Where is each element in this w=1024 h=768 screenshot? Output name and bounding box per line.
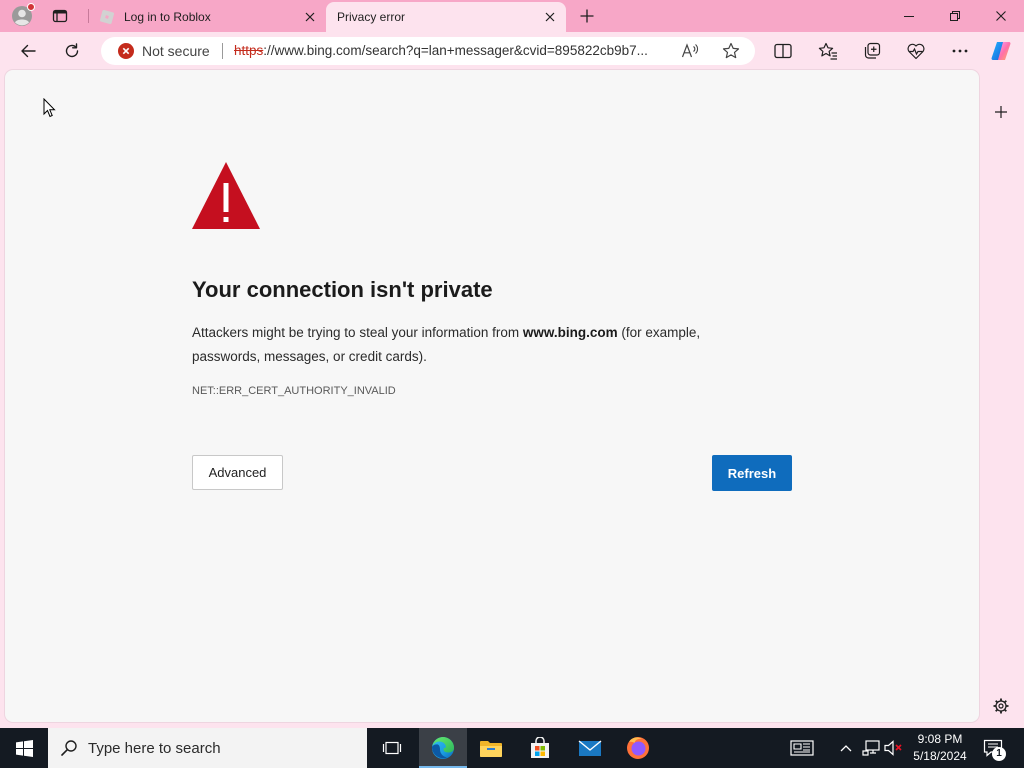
clock-time: 9:08 PM <box>917 732 963 746</box>
error-description: Attackers might be trying to steal your … <box>192 321 737 369</box>
network-button[interactable] <box>860 728 882 768</box>
refresh-icon <box>64 43 80 59</box>
refresh-page-button[interactable]: Refresh <box>712 455 792 491</box>
split-screen-button[interactable] <box>767 35 799 67</box>
back-button[interactable] <box>12 35 44 67</box>
search-placeholder: Type here to search <box>88 740 221 757</box>
more-menu-button[interactable] <box>944 35 976 67</box>
plus-icon <box>580 9 594 23</box>
tab-separator <box>88 9 89 23</box>
news-and-interests-button[interactable] <box>786 728 818 768</box>
browser-essentials-icon <box>906 42 926 60</box>
refresh-button[interactable] <box>56 35 88 67</box>
tab-title: Log in to Roblox <box>124 10 211 24</box>
page-content: Your connection isn't private Attackers … <box>5 70 979 722</box>
windows-taskbar: Type here to search 9:08 PM 5/18/2024 1 <box>0 728 1024 768</box>
close-icon <box>305 12 315 22</box>
add-favorite-button[interactable] <box>720 41 742 61</box>
taskbar-firefox-button[interactable] <box>614 728 662 768</box>
tab-privacy-error[interactable]: Privacy error <box>326 2 566 32</box>
sidebar-settings-icon <box>993 698 1009 714</box>
tab-strip: Log in to Roblox Privacy error <box>0 0 1024 32</box>
close-window-button[interactable] <box>978 0 1024 32</box>
firefox-icon <box>626 736 650 760</box>
minimize-button[interactable] <box>886 0 932 32</box>
error-code: NET::ERR_CERT_AUTHORITY_INVALID <box>192 385 396 397</box>
show-hidden-icons-button[interactable] <box>836 728 856 768</box>
task-view-icon <box>382 740 402 756</box>
advanced-button[interactable]: Advanced <box>192 455 283 490</box>
new-tab-button[interactable] <box>571 2 603 30</box>
collections-button[interactable] <box>856 35 888 67</box>
add-favorite-star-icon <box>722 42 740 59</box>
copilot-icon <box>990 40 1012 62</box>
minimize-icon <box>904 11 914 21</box>
address-separator <box>222 43 223 59</box>
tab-close-button[interactable] <box>302 9 318 25</box>
url-scheme: https <box>234 43 264 58</box>
add-sidebar-app-icon <box>994 105 1008 119</box>
page-title: Your connection isn't private <box>192 277 493 302</box>
more-menu-icon <box>952 49 968 53</box>
back-arrow-icon <box>20 43 36 59</box>
copilot-button[interactable] <box>985 35 1017 67</box>
clock-date: 5/18/2024 <box>913 749 967 763</box>
mail-icon <box>578 739 602 757</box>
action-center-button[interactable]: 1 <box>976 728 1010 768</box>
taskbar-mail-button[interactable] <box>566 728 614 768</box>
url-rest: ://www.bing.com/search?q=lan+messager&cv… <box>263 43 648 58</box>
tab-title: Privacy error <box>337 10 406 24</box>
restore-icon <box>950 11 960 21</box>
taskbar-edge-button[interactable] <box>419 728 467 768</box>
tab-actions-button[interactable] <box>44 2 76 30</box>
warning-triangle-icon <box>192 162 260 235</box>
mouse-cursor <box>43 97 56 123</box>
profile-notification-dot <box>27 3 35 11</box>
favorites-icon <box>818 42 838 60</box>
taskbar-store-button[interactable] <box>516 728 564 768</box>
tab-roblox[interactable]: Log in to Roblox <box>92 2 324 32</box>
volume-muted-icon <box>884 740 904 756</box>
not-secure-label[interactable]: Not secure <box>142 43 210 59</box>
restore-button[interactable] <box>932 0 978 32</box>
address-bar[interactable]: Not secure https://www.bing.com/search?q… <box>101 37 755 65</box>
browser-toolbar: Not secure https://www.bing.com/search?q… <box>0 32 1024 70</box>
sidebar-settings-button[interactable] <box>985 690 1017 722</box>
file-explorer-icon <box>479 738 503 758</box>
split-screen-icon <box>774 43 792 59</box>
microsoft-store-icon <box>529 737 551 759</box>
volume-button[interactable] <box>883 728 905 768</box>
tab-close-button[interactable] <box>542 9 558 25</box>
read-aloud-button[interactable] <box>679 41 701 61</box>
taskbar-file-explorer-button[interactable] <box>467 728 515 768</box>
start-button[interactable] <box>0 728 48 768</box>
description-domain: www.bing.com <box>522 325 618 340</box>
search-icon <box>61 740 77 761</box>
profile-button[interactable] <box>6 2 38 30</box>
task-view-button[interactable] <box>368 728 416 768</box>
taskbar-clock[interactable]: 9:08 PM 5/18/2024 <box>906 728 974 768</box>
add-sidebar-app-button[interactable] <box>985 96 1017 128</box>
taskbar-search-box[interactable]: Type here to search <box>48 728 367 768</box>
not-secure-icon[interactable] <box>118 43 134 64</box>
collections-icon <box>863 42 881 60</box>
roblox-favicon-icon <box>99 9 115 30</box>
show-hidden-icons-chevron-icon <box>840 744 852 752</box>
description-text: Attackers might be trying to steal your … <box>192 325 523 340</box>
favorites-button[interactable] <box>812 35 844 67</box>
browser-essentials-button[interactable] <box>900 35 932 67</box>
close-icon <box>996 11 1006 21</box>
windows-logo-icon <box>15 739 33 757</box>
news-and-interests-icon <box>790 739 814 757</box>
microsoft-edge-icon <box>431 736 455 760</box>
url-text[interactable]: https://www.bing.com/search?q=lan+messag… <box>234 43 674 58</box>
tab-actions-icon <box>52 8 68 24</box>
network-icon <box>862 740 880 756</box>
close-icon <box>545 12 555 22</box>
read-aloud-icon <box>681 43 698 58</box>
notification-badge: 1 <box>992 747 1006 761</box>
